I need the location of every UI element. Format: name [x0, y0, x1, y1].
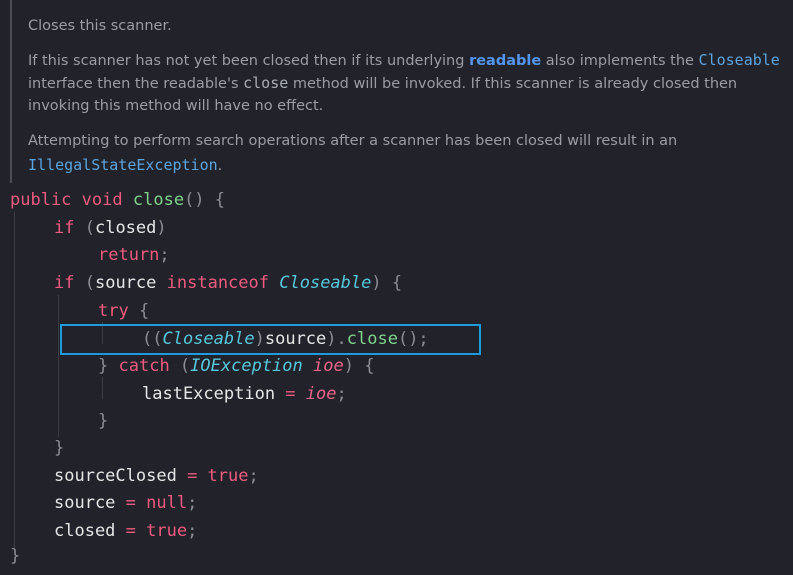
- punctuation: ;: [187, 521, 198, 541]
- literal: true: [146, 521, 188, 541]
- code-line-9: }: [98, 410, 108, 432]
- parameter: ioe: [313, 356, 344, 376]
- punctuation: ;: [187, 493, 198, 513]
- keyword: catch: [118, 356, 170, 376]
- punctuation: ) {: [371, 273, 403, 293]
- keyword: return: [98, 245, 160, 265]
- punctuation: }: [54, 438, 65, 458]
- punctuation: ) {: [343, 356, 375, 376]
- keyword: if: [54, 218, 75, 238]
- keyword: public: [10, 190, 72, 210]
- code-line-10: }: [54, 437, 64, 459]
- operator: =: [115, 493, 147, 513]
- punctuation: }: [10, 546, 21, 566]
- punctuation: (: [74, 273, 95, 293]
- operator: =: [115, 521, 147, 541]
- identifier: source: [54, 493, 116, 513]
- code-line-1: public void close() {: [10, 189, 225, 211]
- keyword: void: [81, 190, 123, 210]
- punctuation: () {: [184, 190, 226, 210]
- identifier: closed: [94, 218, 157, 238]
- code-line-13: closed = true;: [54, 520, 197, 542]
- highlighted-code-line[interactable]: [60, 324, 481, 355]
- punctuation: ;: [159, 245, 170, 265]
- punctuation: }: [98, 356, 109, 376]
- punctuation: ): [156, 218, 167, 238]
- identifier: source: [94, 273, 157, 293]
- identifier: sourceClosed: [54, 466, 177, 486]
- code-editor[interactable]: Closes this scanner. If this scanner has…: [0, 0, 793, 575]
- operator: =: [275, 384, 306, 404]
- punctuation: ;: [248, 466, 259, 486]
- punctuation: {: [128, 301, 150, 321]
- code-line-5: try {: [98, 300, 149, 322]
- keyword: try: [98, 301, 129, 321]
- type-name: IOException: [190, 356, 303, 376]
- identifier: lastException: [142, 384, 276, 404]
- punctuation: (: [74, 218, 95, 238]
- code-line-3: return;: [98, 244, 170, 266]
- code-line-2: if (closed): [54, 217, 167, 239]
- parameter: ioe: [305, 384, 337, 404]
- code-block[interactable]: public void close() { if (closed) return…: [0, 0, 793, 575]
- keyword: if: [54, 273, 75, 293]
- code-line-11: sourceClosed = true;: [54, 465, 259, 487]
- method-name: close: [132, 190, 185, 210]
- literal: true: [207, 466, 249, 486]
- punctuation: (: [169, 356, 191, 376]
- type-name: Closeable: [279, 273, 372, 293]
- code-line-14: }: [10, 545, 20, 567]
- code-line-8: lastException = ioe;: [142, 383, 347, 405]
- operator: =: [176, 466, 208, 486]
- indent-guide: [14, 212, 15, 548]
- punctuation: }: [98, 411, 109, 431]
- keyword: instanceof: [166, 273, 269, 293]
- identifier: closed: [54, 521, 116, 541]
- code-line-4: if (source instanceof Closeable) {: [54, 272, 402, 294]
- indent-guide: [102, 377, 103, 399]
- code-line-7: } catch (IOException ioe) {: [98, 355, 374, 377]
- code-line-12: source = null;: [54, 492, 197, 514]
- indent-guide: [58, 295, 59, 437]
- punctuation: ;: [336, 384, 347, 404]
- literal: null: [146, 493, 188, 513]
